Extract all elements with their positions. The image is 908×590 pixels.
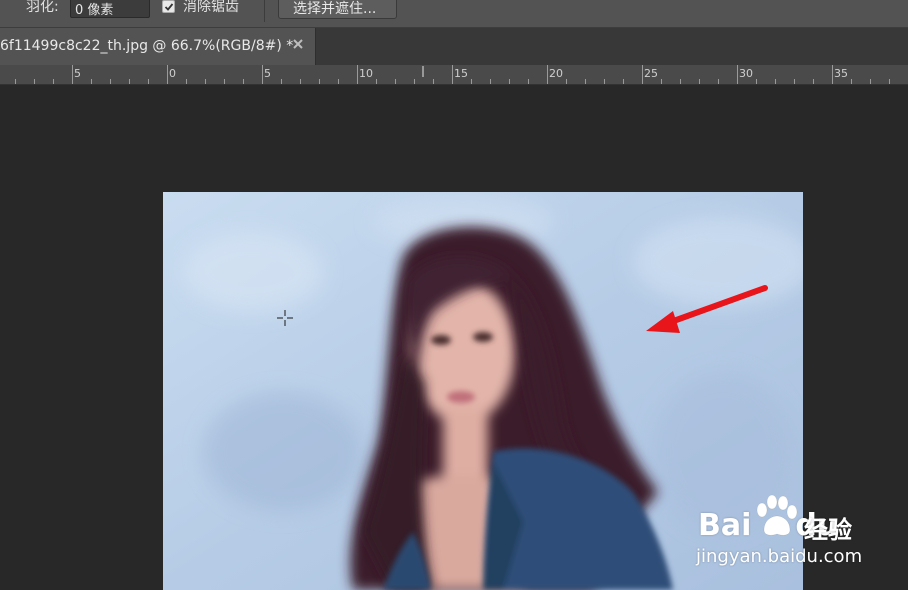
close-icon[interactable] xyxy=(291,37,305,51)
ruler-label: 0 xyxy=(169,67,176,80)
ruler-label: 20 xyxy=(549,67,563,80)
watermark-url: jingyan.baidu.com xyxy=(696,546,863,567)
antialias-label: 消除锯齿 xyxy=(183,0,239,15)
horizontal-ruler[interactable]: 5 0 5 10 15 20 25 30 35 xyxy=(0,65,908,85)
toolbar-divider xyxy=(264,0,265,22)
document-tab-title: 6f11499c8c22_th.jpg @ 66.7%(RGB/8#) * xyxy=(0,38,294,54)
ruler-label: 10 xyxy=(359,67,373,80)
watermark-product: 经验 xyxy=(804,516,852,544)
watermark-brand-prefix: Bai xyxy=(698,508,752,543)
select-and-mask-button[interactable]: 选择并遮住... xyxy=(278,0,397,19)
ruler-label: 15 xyxy=(454,67,468,80)
document-tab-bar: 6f11499c8c22_th.jpg @ 66.7%(RGB/8#) * xyxy=(0,28,908,65)
ruler-label: 30 xyxy=(739,67,753,80)
document-tab[interactable]: 6f11499c8c22_th.jpg @ 66.7%(RGB/8#) * xyxy=(0,28,316,65)
antialias-checkbox[interactable] xyxy=(162,0,175,13)
checkmark-icon xyxy=(164,3,174,11)
feather-input[interactable]: 0 像素 xyxy=(70,0,150,18)
ruler-ticks: 5 0 5 10 15 20 25 30 35 xyxy=(15,65,890,84)
feather-label: 羽化: xyxy=(26,0,59,15)
baidu-jingyan-watermark: Bai du 经验 jingyan.baidu.com xyxy=(694,494,904,574)
options-bar: 羽化: 0 像素 消除锯齿 选择并遮住... xyxy=(0,0,908,28)
ruler-label: 5 xyxy=(264,67,271,80)
ruler-label: 25 xyxy=(644,67,658,80)
ruler-label: 35 xyxy=(834,67,848,80)
ruler-label: 5 xyxy=(74,67,81,80)
